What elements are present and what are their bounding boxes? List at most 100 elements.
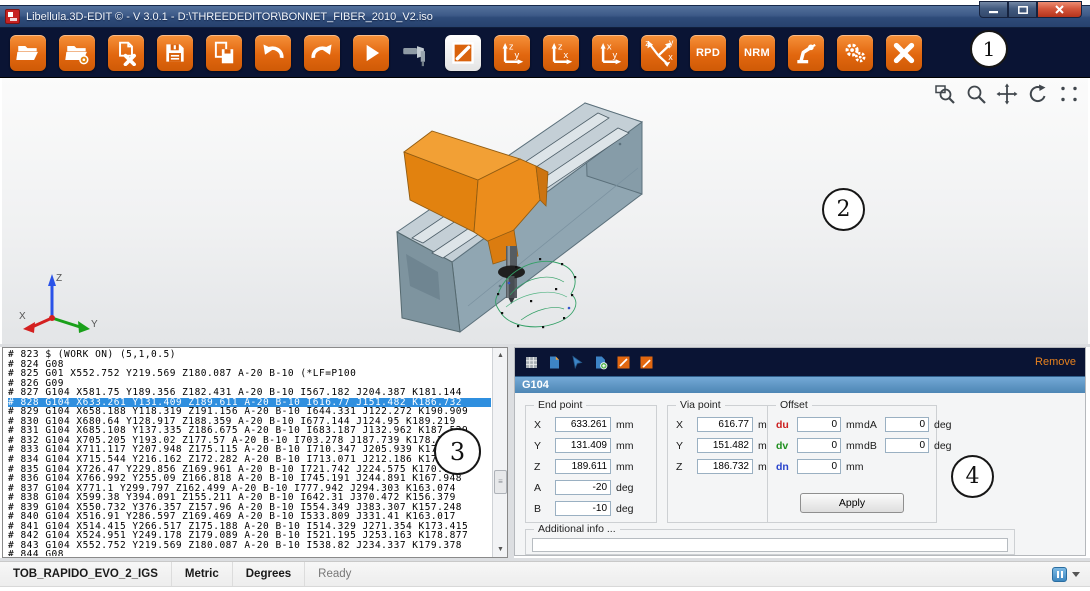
viewport-3d[interactable]: Z Y X: [2, 78, 1088, 344]
gcode-line[interactable]: # 823 $ (WORK ON) (5,1,0.5): [8, 350, 491, 360]
triad-y-label: Y: [91, 319, 98, 330]
additional-info-title: Additional info ...: [534, 523, 620, 535]
unit-label: mm: [616, 439, 634, 452]
scrollbar[interactable]: ▲ ≡ ▼: [492, 348, 507, 557]
field-row: Ymm: [526, 435, 656, 456]
view-xy-button[interactable]: xy: [592, 34, 628, 71]
field-row: dn mm: [768, 456, 936, 477]
offset-db-input[interactable]: [885, 438, 929, 453]
end-y-input[interactable]: [555, 438, 611, 453]
window-controls: [979, 1, 1082, 18]
maximize-button[interactable]: [1008, 1, 1037, 18]
field-row: Zmm: [526, 456, 656, 477]
select-tool-icon[interactable]: [570, 355, 585, 370]
close-button[interactable]: [1037, 1, 1082, 18]
field-label: du: [776, 418, 789, 431]
editor-toolbar: Remove: [515, 348, 1085, 376]
end-x-input[interactable]: [555, 417, 611, 432]
offset-group: Offset dummdvmmdnmm dAdegdBdeg Apply: [767, 399, 952, 523]
scroll-thumb[interactable]: ≡: [494, 470, 507, 494]
gcode-line[interactable]: # 843 G104 X552.752 Y219.569 Z180.087 A-…: [8, 541, 491, 551]
end-b-input[interactable]: [555, 501, 611, 516]
new-doc-icon[interactable]: [547, 355, 562, 370]
rotate-icon[interactable]: [1027, 83, 1049, 105]
offset-du-input[interactable]: [797, 417, 841, 432]
status-item: TOB_RAPIDO_EVO_2_IGS: [0, 562, 172, 586]
offset-fields2: dA deg dB deg: [856, 414, 952, 456]
pan-icon[interactable]: [996, 83, 1018, 105]
field-row: dB deg: [856, 435, 952, 456]
undo-button[interactable]: [255, 34, 291, 71]
svg-text:y: y: [669, 38, 674, 48]
editor-content: End point XmmYmmZmmAdegBdeg Via point Xm…: [515, 393, 1085, 555]
status-items: TOB_RAPIDO_EVO_2_IGS Metric Degrees Ready: [0, 562, 364, 586]
gcode-line[interactable]: # 844 G08: [8, 550, 491, 556]
viewport-tools: [934, 83, 1080, 105]
dropdown-caret-icon[interactable]: [1072, 571, 1080, 577]
field-label: B: [534, 502, 542, 515]
via-z-input[interactable]: [697, 459, 753, 474]
add-doc-icon[interactable]: [593, 355, 608, 370]
field-label: Y: [676, 439, 684, 452]
save-button[interactable]: [157, 34, 193, 71]
end-point-fields: XmmYmmZmmAdegBdeg: [526, 406, 656, 519]
gcode-line[interactable]: # 825 G01 X552.752 Y219.569 Z180.087 A-2…: [8, 369, 491, 379]
robot-arm-button[interactable]: [788, 34, 824, 71]
unit-label: mm: [616, 418, 634, 431]
info-icon[interactable]: [1052, 566, 1067, 582]
apply-button[interactable]: Apply: [800, 493, 904, 513]
offset-dn-input[interactable]: [797, 459, 841, 474]
svg-text:x: x: [668, 51, 673, 61]
app-window: Libellula.3D-EDIT © - V 3.0.1 - D:\THREE…: [0, 0, 1090, 591]
save-as-button[interactable]: [206, 34, 242, 71]
annotation-circle-4: 4: [951, 455, 994, 498]
annotation-circle-2: 2: [822, 188, 865, 231]
rapid-button[interactable]: RPD: [690, 34, 726, 71]
end-a-input[interactable]: [555, 480, 611, 495]
svg-text:x: x: [607, 41, 612, 51]
view-zx-button[interactable]: zx: [543, 34, 579, 71]
zoom-window-icon[interactable]: [934, 83, 956, 105]
close-file-button[interactable]: [108, 34, 144, 71]
offset-dv-input[interactable]: [797, 438, 841, 453]
settings-button[interactable]: [837, 34, 873, 71]
end-z-input[interactable]: [555, 459, 611, 474]
open-button[interactable]: [10, 34, 46, 71]
exit-button[interactable]: [886, 34, 922, 71]
via-y-input[interactable]: [697, 438, 753, 453]
fit-view-icon[interactable]: [1058, 83, 1080, 105]
torch-tool-button[interactable]: [402, 35, 432, 71]
redo-button[interactable]: [304, 34, 340, 71]
triad-z-label: Z: [56, 273, 62, 284]
list-view-icon[interactable]: [524, 355, 539, 370]
additional-info-input[interactable]: [532, 538, 1008, 552]
normal-button[interactable]: NRM: [739, 34, 775, 71]
main-toolbar: z y z x x y z y x RPD NRM: [0, 28, 1090, 78]
edit-point-icon[interactable]: [616, 355, 631, 370]
remove-link[interactable]: Remove: [1035, 356, 1076, 368]
status-item: Degrees: [233, 562, 306, 586]
scroll-down-icon[interactable]: ▼: [494, 543, 507, 556]
additional-info-group: Additional info ...: [525, 523, 1015, 555]
field-label: dv: [776, 439, 789, 452]
run-simulation-button[interactable]: [353, 34, 389, 71]
view-3d-button[interactable]: z yx: [641, 34, 677, 71]
unit-label: deg: [934, 418, 952, 431]
view-zy-button[interactable]: zy: [494, 34, 530, 71]
field-row: Bdeg: [526, 498, 656, 519]
scroll-up-icon[interactable]: ▲: [494, 349, 507, 362]
field-label: A: [534, 481, 542, 494]
open-with-options-button[interactable]: [59, 34, 95, 71]
field-label: Z: [676, 460, 683, 473]
via-x-input[interactable]: [697, 417, 753, 432]
minimize-button[interactable]: [979, 1, 1008, 18]
edit-segment-icon[interactable]: [639, 355, 654, 370]
field-label: dB: [864, 439, 877, 452]
annotation-circle-1: 1: [970, 30, 1008, 68]
zoom-icon[interactable]: [965, 83, 987, 105]
end-point-group: End point XmmYmmZmmAdegBdeg: [525, 399, 657, 523]
offset-da-input[interactable]: [885, 417, 929, 432]
edit-mode-button[interactable]: [445, 34, 481, 71]
offset-title: Offset: [776, 399, 812, 411]
segment-editor-panel: Remove G104 End point XmmYmmZmmAdegBdeg …: [514, 347, 1086, 556]
